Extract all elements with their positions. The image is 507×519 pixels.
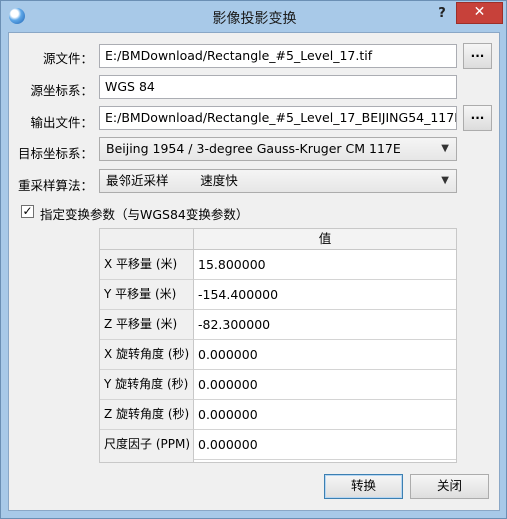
transform-params-table[interactable]: 值 X 平移量 (米) 15.800000 Y 平移量 (米) -154.400… xyxy=(99,228,457,463)
close-button[interactable]: 关闭 xyxy=(410,474,489,499)
check-icon: ✓ xyxy=(22,204,33,218)
close-icon: ✕ xyxy=(473,4,486,20)
output-file-label: 输出文件： xyxy=(30,115,93,130)
resample-label: 重采样算法： xyxy=(17,178,93,193)
param-value-cell[interactable]: 15.800000 xyxy=(194,250,456,280)
source-file-field[interactable]: E:/BMDownload/Rectangle_#5_Level_17.tif xyxy=(99,44,457,68)
table-row[interactable]: X 平移量 (米) 15.800000 xyxy=(100,250,456,280)
table-row[interactable]: Y 平移量 (米) -154.400000 xyxy=(100,280,456,310)
param-value-cell[interactable]: -82.300000 xyxy=(194,310,456,340)
param-value-cell[interactable]: 0.000000 xyxy=(194,430,456,460)
output-browse-button[interactable]: ... xyxy=(463,105,492,131)
title-bar[interactable]: 影像投影变换 ? ✕ xyxy=(1,1,507,31)
source-browse-button[interactable]: ... xyxy=(463,43,492,69)
chevron-down-icon: ▼ xyxy=(441,175,449,186)
window-close-button[interactable]: ✕ xyxy=(456,2,503,24)
param-name: 尺度因子 (PPM) xyxy=(100,430,194,460)
param-name: Z 平移量 (米) xyxy=(100,310,194,340)
window-title: 影像投影变换 xyxy=(212,11,297,27)
dialog-body: 源文件： E:/BMDownload/Rectangle_#5_Level_17… xyxy=(8,32,500,511)
dialog-frame: 影像投影变换 ? ✕ 源文件： E:/BMDownload/Rectangle_… xyxy=(0,0,507,519)
transform-params-label: 指定变换参数（与WGS84变换参数） xyxy=(40,207,249,222)
param-name: Y 旋转角度 (秒) xyxy=(100,370,194,400)
help-button[interactable]: ? xyxy=(435,6,449,24)
table-row[interactable]: X 旋转角度 (秒) 0.000000 xyxy=(100,340,456,370)
table-row[interactable]: 尺度因子 (PPM) 0.000000 xyxy=(100,430,456,460)
output-file-field[interactable]: E:/BMDownload/Rectangle_#5_Level_17_BEIJ… xyxy=(99,106,457,130)
param-value-cell[interactable]: 0.000000 xyxy=(194,340,456,370)
param-name: X 平移量 (米) xyxy=(100,250,194,280)
param-value-cell[interactable]: -154.400000 xyxy=(194,280,456,310)
param-value-cell[interactable]: 0.000000 xyxy=(194,370,456,400)
resample-value: 最邻近采样 速度快 xyxy=(106,173,238,188)
source-file-label: 源文件： xyxy=(42,51,93,66)
table-corner-header xyxy=(100,229,194,250)
source-crs-field[interactable]: WGS 84 xyxy=(99,75,457,99)
table-row[interactable]: Z 旋转角度 (秒) 0.000000 xyxy=(100,400,456,430)
param-name: X 旋转角度 (秒) xyxy=(100,340,194,370)
target-crs-dropdown[interactable]: Beijing 1954 / 3-degree Gauss-Kruger CM … xyxy=(99,137,457,161)
resample-dropdown[interactable]: 最邻近采样 速度快 ▼ xyxy=(99,169,457,193)
convert-button[interactable]: 转换 xyxy=(324,474,403,499)
transform-params-checkbox[interactable]: ✓ xyxy=(21,205,34,218)
param-value-cell[interactable]: 0.000000 xyxy=(194,400,456,430)
target-crs-label: 目标坐标系： xyxy=(17,146,93,161)
chevron-down-icon: ▼ xyxy=(441,143,449,154)
table-row[interactable]: Y 旋转角度 (秒) 0.000000 xyxy=(100,370,456,400)
target-crs-value: Beijing 1954 / 3-degree Gauss-Kruger CM … xyxy=(106,141,401,156)
source-crs-label: 源坐标系： xyxy=(30,83,93,98)
param-name: Y 平移量 (米) xyxy=(100,280,194,310)
param-name: Z 旋转角度 (秒) xyxy=(100,400,194,430)
table-row-header-filler xyxy=(100,459,194,462)
table-row[interactable]: Z 平移量 (米) -82.300000 xyxy=(100,310,456,340)
table-header-value: 值 xyxy=(194,229,456,250)
